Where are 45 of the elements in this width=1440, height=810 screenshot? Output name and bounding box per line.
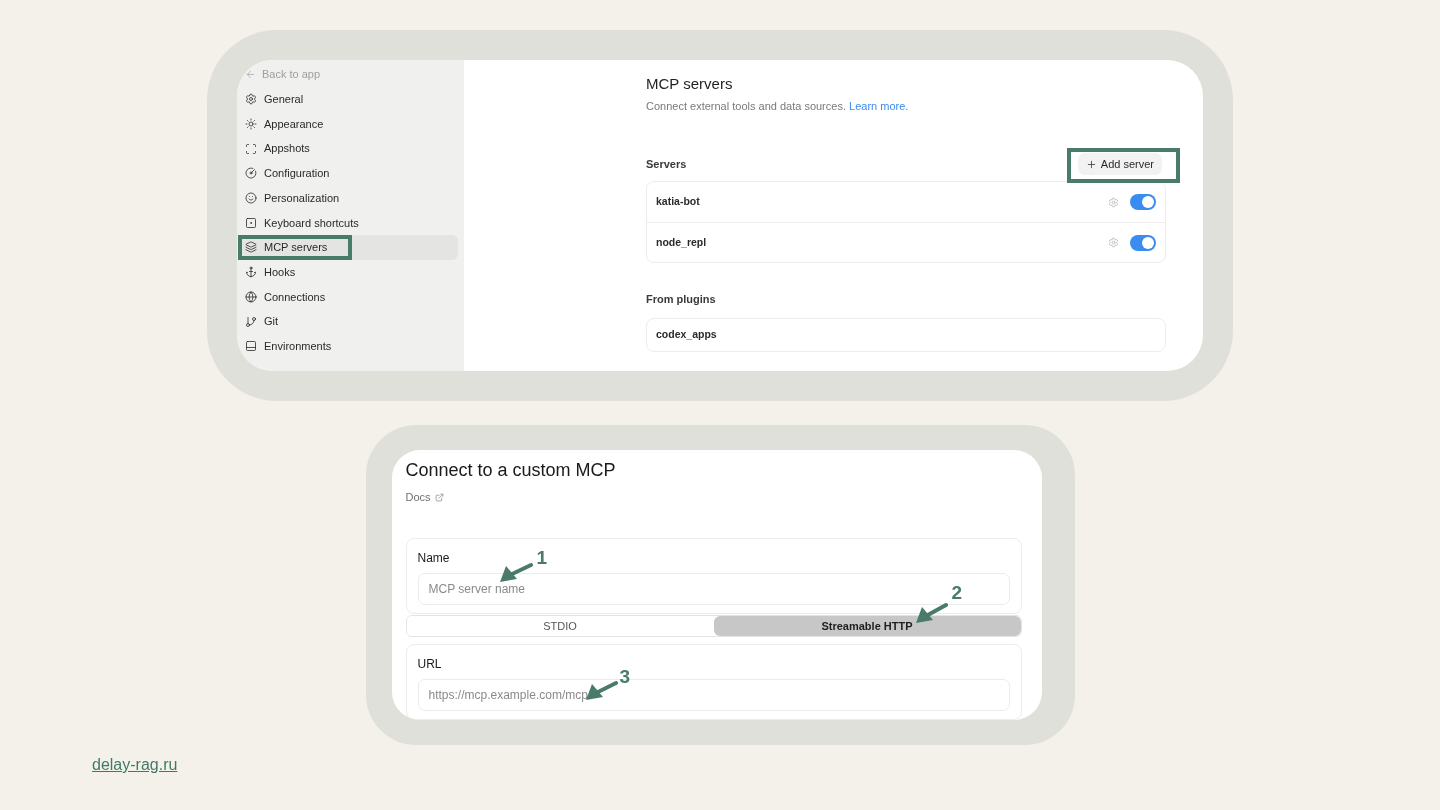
docs-link[interactable]: Docs (405, 489, 444, 506)
section-heading: Servers (646, 156, 687, 172)
field-label: URL (417, 656, 442, 673)
footer-link[interactable]: delay-rag.ru (92, 756, 178, 773)
section-heading: From plugins (646, 292, 717, 307)
sidebar-item[interactable]: Connections (239, 284, 458, 310)
add-server-button[interactable]: Add server (1077, 153, 1162, 175)
scan-icon (245, 142, 257, 155)
callout-number: 1 (536, 548, 548, 568)
page-description: Connect external tools and data sources. Learn more. (646, 100, 909, 112)
back-arrow-icon (245, 68, 256, 80)
sidebar-item[interactable]: Git (239, 309, 458, 334)
field-label: Name (417, 549, 450, 567)
sidebar-item[interactable]: Keyboard shortcuts (239, 210, 458, 236)
dialog-title: Connect to a custom MCP (405, 459, 617, 481)
callout-arrow (913, 601, 948, 625)
sidebar-item[interactable]: Appshots (239, 136, 458, 162)
layers-icon (245, 241, 257, 254)
sidebar-item[interactable]: General (239, 87, 458, 112)
callout-arrow (497, 561, 533, 584)
toggle-switch[interactable] (1130, 234, 1156, 251)
server-name: node_repl (656, 234, 708, 250)
toggle-switch[interactable] (1130, 194, 1156, 210)
callout-number: 2 (951, 583, 963, 603)
transport-tab[interactable]: Streamable HTTP (713, 615, 1021, 636)
git-branch-icon (245, 315, 257, 328)
external-link-icon (434, 492, 444, 502)
smile-icon (245, 192, 257, 205)
server-name: katia-bot (656, 194, 701, 210)
sidebar-item[interactable]: Appearance (239, 111, 458, 137)
learn-more-link[interactable]: Learn more. (849, 100, 909, 112)
sidebar-item[interactable]: Personalization (239, 185, 458, 211)
plus-icon (1085, 158, 1097, 170)
sidebar-item[interactable]: Hooks (239, 259, 458, 285)
page-title: MCP servers (646, 75, 734, 93)
sidebar-item[interactable]: Environments (239, 333, 458, 359)
sun-icon (245, 118, 257, 131)
panel-icon (245, 340, 257, 353)
plugin-row: codex_apps (646, 317, 1166, 352)
anchor-icon (245, 266, 257, 279)
gauge-icon (245, 167, 257, 180)
settings-icon (245, 93, 257, 106)
sidebar-item[interactable]: Configuration (239, 161, 458, 186)
sidebar-item[interactable]: MCP servers (239, 235, 458, 260)
globe-icon (245, 290, 257, 303)
